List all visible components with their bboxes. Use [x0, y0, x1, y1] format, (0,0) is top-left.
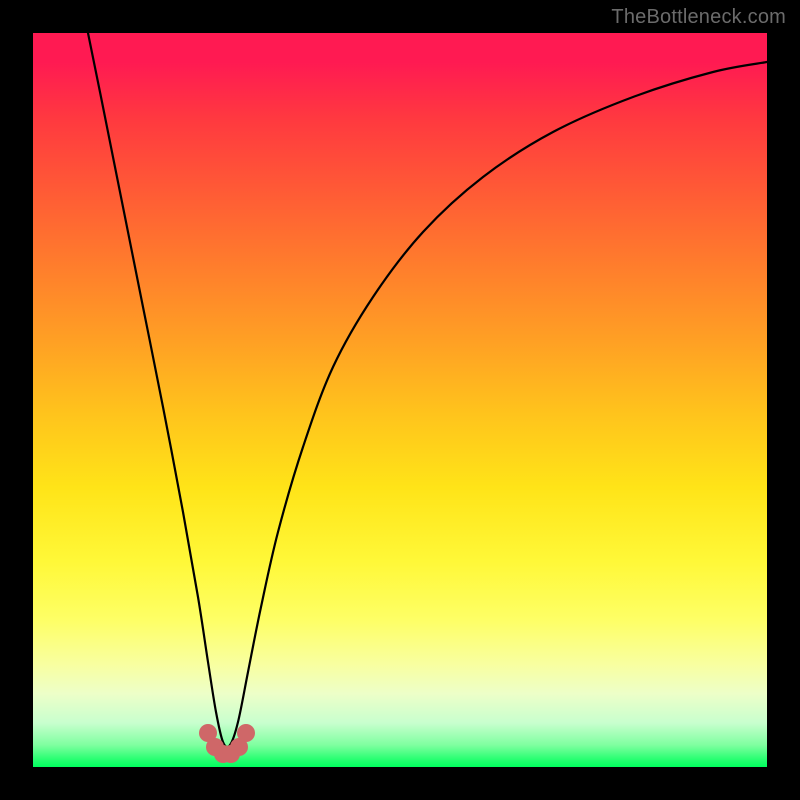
chart-plot-area [33, 33, 767, 767]
watermark-text: TheBottleneck.com [611, 6, 786, 29]
chart-svg [33, 33, 767, 767]
bottleneck-curve-path [88, 33, 767, 747]
trough-marker-group [199, 724, 255, 763]
trough-marker [237, 724, 255, 742]
